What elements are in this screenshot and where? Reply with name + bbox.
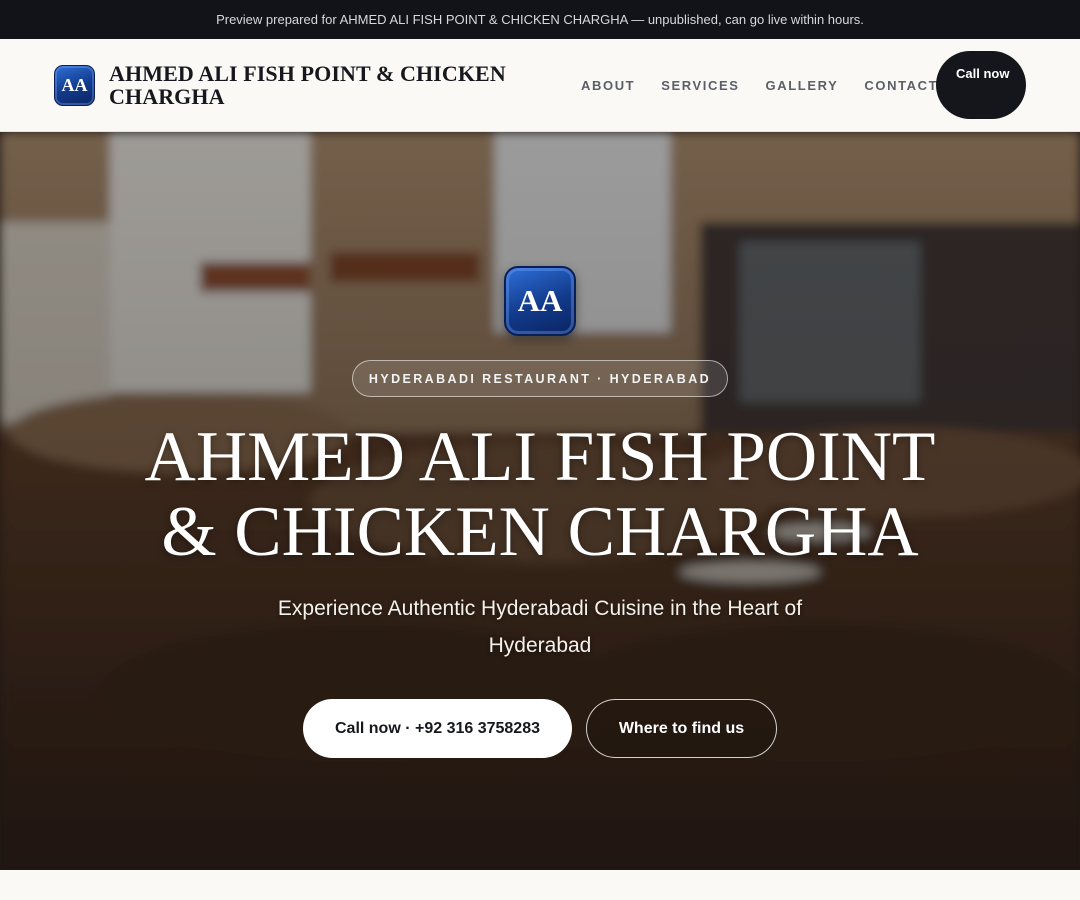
nav-services[interactable]: SERVICES	[661, 78, 739, 93]
hero-directions-button[interactable]: Where to find us	[586, 699, 777, 758]
brand-name[interactable]: AHMED ALI FISH POINT & CHICKEN CHARGHA	[109, 62, 529, 108]
hero-content: AA HYDERABADI RESTAURANT · HYDERABAD AHM…	[0, 132, 1080, 870]
hero-subtitle: Experience Authentic Hyderabadi Cuisine …	[277, 597, 803, 657]
hero-tagline-pill: HYDERABADI RESTAURANT · HYDERABAD	[352, 360, 728, 397]
nav-about[interactable]: ABOUT	[581, 78, 635, 93]
site-header: AA AHMED ALI FISH POINT & CHICKEN CHARGH…	[0, 39, 1080, 132]
hero-logo: AA	[504, 266, 576, 336]
hero-title-line2: & CHICKEN CHARGHA	[161, 493, 919, 571]
hero-title-line1: AHMED ALI FISH POINT	[144, 418, 936, 496]
hero-title: AHMED ALI FISH POINT & CHICKEN CHARGHA	[90, 420, 990, 570]
brand-logo[interactable]: AA	[54, 64, 95, 106]
brand[interactable]: AA AHMED ALI FISH POINT & CHICKEN CHARGH…	[54, 62, 529, 108]
preview-banner: Preview prepared for AHMED ALI FISH POIN…	[0, 0, 1080, 39]
nav-gallery[interactable]: GALLERY	[766, 78, 839, 93]
main-nav: ABOUT SERVICES GALLERY CONTACT	[581, 39, 938, 132]
nav-contact[interactable]: CONTACT	[864, 78, 938, 93]
preview-banner-text: Preview prepared for AHMED ALI FISH POIN…	[216, 12, 864, 27]
hero-call-button[interactable]: Call now · +92 316 3758283	[303, 699, 572, 758]
header-call-button[interactable]: Call now	[936, 51, 1026, 119]
hero-section: AA HYDERABADI RESTAURANT · HYDERABAD AHM…	[0, 132, 1080, 870]
